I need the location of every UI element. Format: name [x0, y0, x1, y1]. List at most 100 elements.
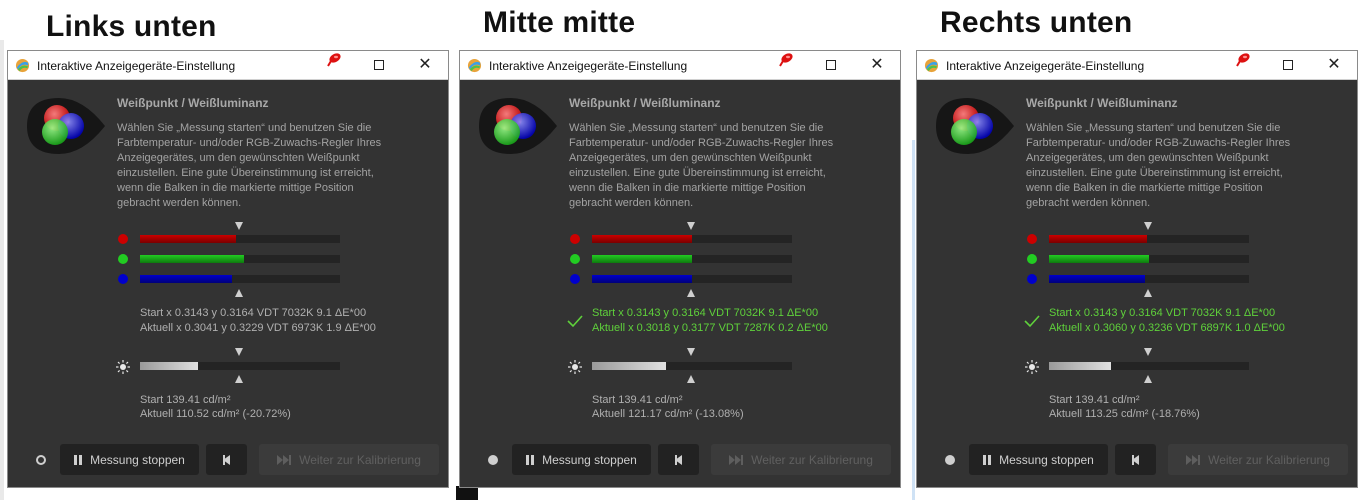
green-bar: [592, 255, 792, 263]
close-button[interactable]: ✕: [414, 55, 436, 75]
window-title: Interaktive Anzeigegeräte-Einstellung: [946, 59, 1145, 73]
target-marker-top: [235, 222, 243, 230]
brightness-icon: [1025, 360, 1039, 374]
back-button[interactable]: [1115, 444, 1156, 475]
luminance-bar-fill: [140, 362, 198, 370]
blue-bar-fill: [592, 275, 692, 283]
luminance-marker-top: [235, 348, 243, 356]
green-dot-icon: [1027, 254, 1037, 264]
back-icon: [1132, 454, 1139, 465]
heading-left: Links unten: [46, 10, 217, 43]
skip-forward-icon: [729, 454, 744, 465]
red-dot-icon: [570, 234, 580, 244]
luminance-start: Start 139.41 cd/m²: [592, 394, 683, 406]
brightness-icon: [568, 360, 582, 374]
instruction-text: Wählen Sie „Messung starten“ und benutze…: [569, 122, 834, 209]
stop-measurement-button[interactable]: Messung stoppen: [60, 444, 199, 475]
background-edge-left: [0, 40, 4, 500]
back-icon: [223, 454, 230, 465]
close-button[interactable]: ✕: [866, 55, 888, 75]
blue-bar: [1049, 275, 1249, 283]
section-title: Weißpunkt / Weißluminanz: [117, 96, 269, 110]
red-dot-icon: [1027, 234, 1037, 244]
title-bar[interactable]: Interaktive Anzeigegeräte-Einstellung ✕: [460, 51, 900, 80]
check-icon: [1024, 314, 1040, 328]
back-icon: [675, 454, 682, 465]
title-bar[interactable]: Interaktive Anzeigegeräte-Einstellung ✕: [8, 51, 448, 80]
target-marker-bottom: [235, 289, 243, 297]
red-bar: [140, 235, 340, 243]
app-icon: [924, 58, 939, 73]
pin-icon[interactable]: [778, 52, 794, 68]
luminance-marker-top: [1144, 348, 1152, 356]
calibration-window-1: Interaktive Anzeigegeräte-Einstellung ✕ …: [459, 50, 901, 488]
rgb-logo-icon: [473, 94, 559, 158]
green-bar-fill: [592, 255, 692, 263]
title-bar[interactable]: Interaktive Anzeigegeräte-Einstellung ✕: [917, 51, 1357, 80]
back-button[interactable]: [658, 444, 699, 475]
section-title: Weißpunkt / Weißluminanz: [1026, 96, 1178, 110]
rgb-logo-icon: [930, 94, 1016, 158]
maximize-button[interactable]: [368, 55, 390, 75]
app-icon: [467, 58, 482, 73]
status-indicator-icon: [36, 455, 46, 465]
background-strip-middle: [456, 486, 478, 500]
calibration-window-2: Interaktive Anzeigegeräte-Einstellung ✕ …: [916, 50, 1358, 488]
window-title: Interaktive Anzeigegeräte-Einstellung: [489, 59, 688, 73]
blue-bar-fill: [140, 275, 232, 283]
red-bar: [592, 235, 792, 243]
window-title: Interaktive Anzeigegeräte-Einstellung: [37, 59, 236, 73]
blue-bar: [140, 275, 340, 283]
blue-bar-fill: [1049, 275, 1145, 283]
check-icon: [567, 314, 583, 328]
green-dot-icon: [118, 254, 128, 264]
stop-measurement-button[interactable]: Messung stoppen: [512, 444, 651, 475]
status-indicator-icon: [488, 455, 498, 465]
whitepoint-current: Aktuell x 0.3041 y 0.3229 VDT 6973K 1.9 …: [140, 322, 376, 334]
luminance-bar: [1049, 362, 1249, 370]
pause-icon: [983, 454, 992, 465]
app-icon: [15, 58, 30, 73]
background-strip-right: [912, 140, 915, 500]
luminance-bar-fill: [1049, 362, 1111, 370]
target-marker-top: [687, 222, 695, 230]
red-dot-icon: [118, 234, 128, 244]
green-bar-fill: [1049, 255, 1149, 263]
close-button[interactable]: ✕: [1323, 55, 1345, 75]
pin-icon[interactable]: [326, 52, 342, 68]
red-bar-fill: [1049, 235, 1147, 243]
continue-calibration-button[interactable]: Weiter zur Kalibrierung: [259, 444, 439, 475]
luminance-marker-bottom: [687, 375, 695, 383]
maximize-button[interactable]: [820, 55, 842, 75]
rgb-logo-icon: [21, 94, 107, 158]
blue-dot-icon: [1027, 274, 1037, 284]
heading-right: Rechts unten: [940, 6, 1133, 39]
pin-icon[interactable]: [1235, 52, 1251, 68]
luminance-bar-fill: [592, 362, 666, 370]
skip-forward-icon: [1186, 454, 1201, 465]
continue-calibration-button[interactable]: Weiter zur Kalibrierung: [711, 444, 891, 475]
luminance-current: Aktuell 121.17 cd/m² (-13.08%): [592, 408, 744, 420]
calibration-window-0: Interaktive Anzeigegeräte-Einstellung ✕ …: [7, 50, 449, 488]
instruction-text: Wählen Sie „Messung starten“ und benutze…: [1026, 122, 1291, 209]
green-bar: [1049, 255, 1249, 263]
target-marker-bottom: [1144, 289, 1152, 297]
pause-icon: [74, 454, 83, 465]
red-bar-fill: [140, 235, 236, 243]
brightness-icon: [116, 360, 130, 374]
luminance-marker-bottom: [235, 375, 243, 383]
whitepoint-current: Aktuell x 0.3060 y 0.3236 VDT 6897K 1.0 …: [1049, 322, 1285, 334]
target-marker-top: [1144, 222, 1152, 230]
heading-middle: Mitte mitte: [483, 6, 636, 39]
continue-calibration-label: Weiter zur Kalibrierung: [751, 452, 873, 467]
whitepoint-current: Aktuell x 0.3018 y 0.3177 VDT 7287K 0.2 …: [592, 322, 828, 334]
green-dot-icon: [570, 254, 580, 264]
stop-measurement-button[interactable]: Messung stoppen: [969, 444, 1108, 475]
continue-calibration-button[interactable]: Weiter zur Kalibrierung: [1168, 444, 1348, 475]
back-button[interactable]: [206, 444, 247, 475]
whitepoint-start: Start x 0.3143 y 0.3164 VDT 7032K 9.1 ΔE…: [140, 307, 367, 319]
instruction-text: Wählen Sie „Messung starten“ und benutze…: [117, 122, 382, 209]
maximize-button[interactable]: [1277, 55, 1299, 75]
section-title: Weißpunkt / Weißluminanz: [569, 96, 721, 110]
blue-dot-icon: [570, 274, 580, 284]
